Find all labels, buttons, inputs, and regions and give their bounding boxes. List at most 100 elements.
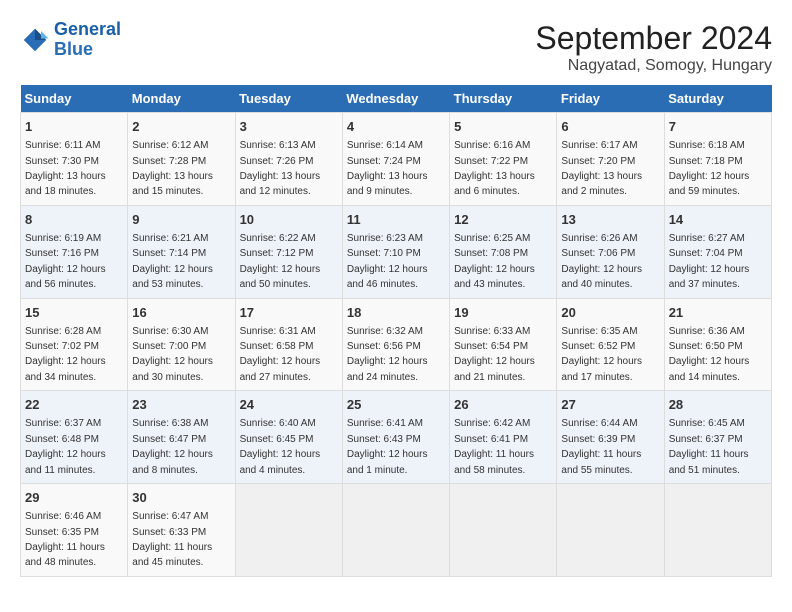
day-info: Sunrise: 6:46 AM Sunset: 6:35 PM Dayligh… xyxy=(25,511,105,568)
logo-icon xyxy=(20,25,50,55)
calendar-cell xyxy=(557,484,664,577)
calendar-cell: 10Sunrise: 6:22 AM Sunset: 7:12 PM Dayli… xyxy=(235,205,342,298)
day-info: Sunrise: 6:13 AM Sunset: 7:26 PM Dayligh… xyxy=(240,140,321,197)
calendar-cell xyxy=(450,484,557,577)
day-number: 12 xyxy=(454,211,552,229)
calendar-cell: 5 Sunrise: 6:16 AM Sunset: 7:22 PM Daylig… xyxy=(450,113,557,206)
weekday-header-sunday: Sunday xyxy=(21,85,128,113)
day-info: Sunrise: 6:38 AM Sunset: 6:47 PM Dayligh… xyxy=(132,418,213,475)
calendar-cell: 24 Sunrise: 6:40 AM Sunset: 6:45 PM Dayli… xyxy=(235,391,342,484)
day-info: Sunrise: 6:47 AM Sunset: 6:33 PM Dayligh… xyxy=(132,511,212,568)
day-number: 29 xyxy=(25,489,123,507)
day-info: Sunrise: 6:40 AM Sunset: 6:45 PM Dayligh… xyxy=(240,418,321,475)
day-number: 6 xyxy=(561,118,659,136)
calendar-week-1: 1 Sunrise: 6:11 AM Sunset: 7:30 PM Daylig… xyxy=(21,113,772,206)
calendar-header: SundayMondayTuesdayWednesdayThursdayFrid… xyxy=(21,85,772,113)
day-number: 23 xyxy=(132,396,230,414)
day-number: 13 xyxy=(561,211,659,229)
day-number: 18 xyxy=(347,304,445,322)
day-info: Sunrise: 6:14 AM Sunset: 7:24 PM Dayligh… xyxy=(347,140,428,197)
day-info: Sunrise: 6:41 AM Sunset: 6:43 PM Dayligh… xyxy=(347,418,428,475)
day-number: 11 xyxy=(347,211,445,229)
day-info: Sunrise: 6:18 AM Sunset: 7:18 PM Dayligh… xyxy=(669,140,750,197)
day-info: Sunrise: 6:27 AM Sunset: 7:04 PM Dayligh… xyxy=(669,233,750,290)
day-number: 15 xyxy=(25,304,123,322)
day-info: Sunrise: 6:37 AM Sunset: 6:48 PM Dayligh… xyxy=(25,418,106,475)
day-number: 27 xyxy=(561,396,659,414)
calendar-cell: 18 Sunrise: 6:32 AM Sunset: 6:56 PM Dayli… xyxy=(342,298,449,391)
day-info: Sunrise: 6:16 AM Sunset: 7:22 PM Dayligh… xyxy=(454,140,535,197)
weekday-header-thursday: Thursday xyxy=(450,85,557,113)
calendar-cell: 11 Sunrise: 6:23 AM Sunset: 7:10 PM Dayli… xyxy=(342,205,449,298)
weekday-header-monday: Monday xyxy=(128,85,235,113)
weekday-header-row: SundayMondayTuesdayWednesdayThursdayFrid… xyxy=(21,85,772,113)
calendar-cell: 14 Sunrise: 6:27 AM Sunset: 7:04 PM Dayli… xyxy=(664,205,771,298)
day-info: Sunrise: 6:21 AM Sunset: 7:14 PM Dayligh… xyxy=(132,233,213,290)
calendar-cell xyxy=(235,484,342,577)
calendar-table: SundayMondayTuesdayWednesdayThursdayFrid… xyxy=(20,85,772,577)
day-number: 3 xyxy=(240,118,338,136)
day-info: Sunrise: 6:23 AM Sunset: 7:10 PM Dayligh… xyxy=(347,233,428,290)
main-title: September 2024 xyxy=(535,20,772,57)
day-info: Sunrise: 6:12 AM Sunset: 7:28 PM Dayligh… xyxy=(132,140,213,197)
day-info: Sunrise: 6:31 AM Sunset: 6:58 PM Dayligh… xyxy=(240,326,321,383)
logo-line1: General xyxy=(54,19,121,39)
weekday-header-friday: Friday xyxy=(557,85,664,113)
day-info: Sunrise: 6:17 AM Sunset: 7:20 PM Dayligh… xyxy=(561,140,642,197)
calendar-cell: 29 Sunrise: 6:46 AM Sunset: 6:35 PM Dayli… xyxy=(21,484,128,577)
calendar-body: 1 Sunrise: 6:11 AM Sunset: 7:30 PM Daylig… xyxy=(21,113,772,577)
calendar-cell: 19 Sunrise: 6:33 AM Sunset: 6:54 PM Dayli… xyxy=(450,298,557,391)
weekday-header-saturday: Saturday xyxy=(664,85,771,113)
logo: General Blue xyxy=(20,20,121,60)
day-info: Sunrise: 6:42 AM Sunset: 6:41 PM Dayligh… xyxy=(454,418,534,475)
title-block: September 2024 Nagyatad, Somogy, Hungary xyxy=(535,20,772,75)
day-info: Sunrise: 6:45 AM Sunset: 6:37 PM Dayligh… xyxy=(669,418,749,475)
day-info: Sunrise: 6:19 AM Sunset: 7:16 PM Dayligh… xyxy=(25,233,106,290)
calendar-cell: 2Sunrise: 6:12 AM Sunset: 7:28 PM Daylig… xyxy=(128,113,235,206)
calendar-cell: 28 Sunrise: 6:45 AM Sunset: 6:37 PM Dayli… xyxy=(664,391,771,484)
calendar-cell: 21 Sunrise: 6:36 AM Sunset: 6:50 PM Dayli… xyxy=(664,298,771,391)
day-number: 22 xyxy=(25,396,123,414)
logo-line2: Blue xyxy=(54,39,93,59)
day-number: 30 xyxy=(132,489,230,507)
calendar-cell: 13 Sunrise: 6:26 AM Sunset: 7:06 PM Dayli… xyxy=(557,205,664,298)
day-number: 14 xyxy=(669,211,767,229)
day-number: 9 xyxy=(132,211,230,229)
day-info: Sunrise: 6:44 AM Sunset: 6:39 PM Dayligh… xyxy=(561,418,641,475)
day-number: 19 xyxy=(454,304,552,322)
day-number: 17 xyxy=(240,304,338,322)
day-number: 8 xyxy=(25,211,123,229)
calendar-week-5: 29 Sunrise: 6:46 AM Sunset: 6:35 PM Dayli… xyxy=(21,484,772,577)
day-info: Sunrise: 6:30 AM Sunset: 7:00 PM Dayligh… xyxy=(132,326,213,383)
calendar-week-2: 8 Sunrise: 6:19 AM Sunset: 7:16 PM Daylig… xyxy=(21,205,772,298)
calendar-cell: 16Sunrise: 6:30 AM Sunset: 7:00 PM Dayli… xyxy=(128,298,235,391)
day-number: 4 xyxy=(347,118,445,136)
weekday-header-wednesday: Wednesday xyxy=(342,85,449,113)
day-number: 7 xyxy=(669,118,767,136)
calendar-cell xyxy=(664,484,771,577)
day-number: 28 xyxy=(669,396,767,414)
day-info: Sunrise: 6:33 AM Sunset: 6:54 PM Dayligh… xyxy=(454,326,535,383)
calendar-week-4: 22 Sunrise: 6:37 AM Sunset: 6:48 PM Dayli… xyxy=(21,391,772,484)
calendar-cell: 17 Sunrise: 6:31 AM Sunset: 6:58 PM Dayli… xyxy=(235,298,342,391)
day-number: 26 xyxy=(454,396,552,414)
weekday-header-tuesday: Tuesday xyxy=(235,85,342,113)
calendar-cell: 7 Sunrise: 6:18 AM Sunset: 7:18 PM Daylig… xyxy=(664,113,771,206)
day-info: Sunrise: 6:32 AM Sunset: 6:56 PM Dayligh… xyxy=(347,326,428,383)
calendar-cell: 1 Sunrise: 6:11 AM Sunset: 7:30 PM Daylig… xyxy=(21,113,128,206)
day-number: 1 xyxy=(25,118,123,136)
subtitle: Nagyatad, Somogy, Hungary xyxy=(535,57,772,75)
calendar-cell: 15 Sunrise: 6:28 AM Sunset: 7:02 PM Dayli… xyxy=(21,298,128,391)
day-number: 21 xyxy=(669,304,767,322)
day-number: 24 xyxy=(240,396,338,414)
day-info: Sunrise: 6:36 AM Sunset: 6:50 PM Dayligh… xyxy=(669,326,750,383)
day-info: Sunrise: 6:26 AM Sunset: 7:06 PM Dayligh… xyxy=(561,233,642,290)
page-header: General Blue September 2024 Nagyatad, So… xyxy=(20,20,772,75)
calendar-week-3: 15 Sunrise: 6:28 AM Sunset: 7:02 PM Dayli… xyxy=(21,298,772,391)
day-number: 5 xyxy=(454,118,552,136)
day-info: Sunrise: 6:11 AM Sunset: 7:30 PM Dayligh… xyxy=(25,140,106,197)
calendar-cell: 25Sunrise: 6:41 AM Sunset: 6:43 PM Dayli… xyxy=(342,391,449,484)
calendar-cell: 23 Sunrise: 6:38 AM Sunset: 6:47 PM Dayli… xyxy=(128,391,235,484)
calendar-cell: 26 Sunrise: 6:42 AM Sunset: 6:41 PM Dayli… xyxy=(450,391,557,484)
day-info: Sunrise: 6:28 AM Sunset: 7:02 PM Dayligh… xyxy=(25,326,106,383)
